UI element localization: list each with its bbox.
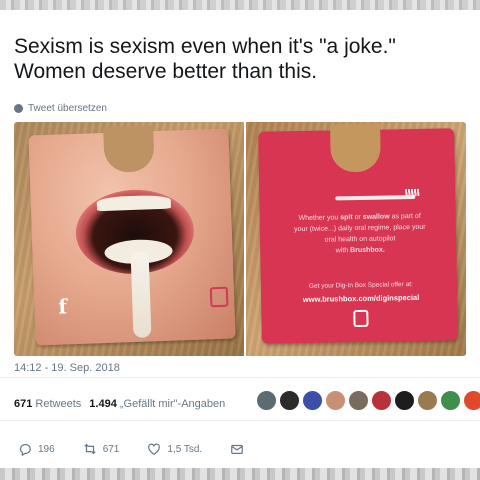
- tweet-text: Sexism is sexism even when it's "a joke.…: [14, 34, 470, 84]
- retweet-count: 671: [102, 443, 120, 455]
- tweet-timestamp[interactable]: 14:12 - 19. Sep. 2018: [14, 362, 120, 374]
- coaster-front: f: [28, 125, 236, 346]
- tweet-text-line-2: Women deserve better than this.: [14, 60, 318, 83]
- media-photo-left[interactable]: f: [14, 122, 244, 356]
- divider: [0, 420, 480, 421]
- reply-icon: [19, 444, 31, 456]
- reply-count: 196: [38, 443, 55, 455]
- like-button[interactable]: 1,5 Tsd.: [147, 442, 202, 456]
- likes-label: „Gefällt mir"-Angaben: [119, 398, 226, 410]
- coaster-notch: [103, 125, 155, 173]
- media-photo-right[interactable]: Whether you spit or swallow as part of y…: [246, 122, 466, 356]
- translate-label: Tweet übersetzen: [28, 103, 107, 114]
- likes-count: 1.494: [89, 398, 117, 410]
- avatar[interactable]: [302, 390, 323, 411]
- coaster-notch: [330, 123, 381, 173]
- facebook-logo: f: [57, 294, 68, 319]
- coaster-back: Whether you spit or swallow as part of y…: [258, 123, 458, 344]
- retweets-stat[interactable]: 671 Retweets: [14, 398, 81, 410]
- avatar[interactable]: [394, 390, 415, 411]
- brushbox-logo: [353, 309, 369, 328]
- drip-image: [130, 251, 152, 339]
- like-count: 1,5 Tsd.: [167, 443, 203, 455]
- heart-icon: [148, 443, 161, 455]
- retweet-button[interactable]: 671: [83, 442, 120, 456]
- teeth-image: [96, 194, 172, 212]
- likes-stat[interactable]: 1.494 „Gefällt mir"-Angaben: [89, 398, 225, 410]
- tweet-media: f Whether you spit or swallow as part of…: [14, 122, 466, 356]
- avatar[interactable]: [256, 390, 277, 411]
- avatar[interactable]: [440, 390, 461, 411]
- avatar[interactable]: [279, 390, 300, 411]
- coaster-ad-text: Whether you spit or swallow as part of y…: [276, 211, 445, 258]
- background-strip-top: [0, 0, 480, 10]
- divider: [0, 377, 480, 378]
- avatar[interactable]: [348, 390, 369, 411]
- retweet-icon: [84, 443, 96, 455]
- globe-icon: [14, 104, 23, 113]
- retweets-label: Retweets: [35, 398, 82, 410]
- ad-offer-text: Get your Dig-In Box Special offer at:: [308, 281, 413, 290]
- tweet-actions: 196 671 1,5 Tsd.: [18, 442, 272, 456]
- brushbox-logo: [209, 286, 229, 308]
- reply-button[interactable]: 196: [18, 442, 55, 456]
- ad-url-text: www.brushbox.com/diginspecial: [302, 292, 420, 304]
- avatar[interactable]: [463, 390, 480, 411]
- background-strip-bottom: [0, 468, 480, 480]
- avatar[interactable]: [325, 390, 346, 411]
- toothbrush-head-icon: [405, 188, 420, 197]
- retweets-count: 671: [14, 398, 33, 410]
- direct-message-button[interactable]: [230, 442, 244, 456]
- toothbrush-icon: [335, 194, 416, 201]
- liker-avatars: [256, 390, 480, 411]
- avatar[interactable]: [417, 390, 438, 411]
- engagement-stats: 671 Retweets 1.494 „Gefällt mir"-Angaben: [14, 398, 225, 410]
- avatar[interactable]: [371, 390, 392, 411]
- envelope-icon: [231, 444, 244, 454]
- translate-link[interactable]: Tweet übersetzen: [14, 103, 107, 114]
- ad-line-4: with Brushbox.: [335, 246, 385, 255]
- tweet-card: Sexism is sexism even when it's "a joke.…: [0, 10, 480, 468]
- tweet-text-line-1: Sexism is sexism even when it's "a joke.…: [14, 35, 396, 58]
